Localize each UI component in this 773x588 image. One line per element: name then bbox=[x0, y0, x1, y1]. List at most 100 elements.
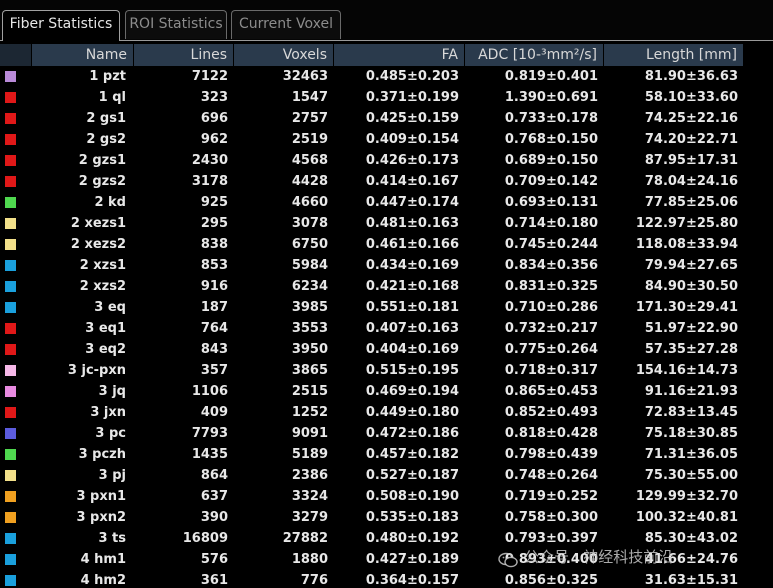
color-swatch[interactable] bbox=[5, 365, 16, 376]
color-swatch[interactable] bbox=[5, 575, 16, 586]
table-row[interactable]: 3 pc 7793 9091 0.472±0.186 0.818±0.428 75.18±… bbox=[0, 423, 773, 444]
table-row[interactable]: 2 gs1 696 2757 0.425±0.159 0.733±0.178 74.25±… bbox=[0, 108, 773, 129]
row-color-cell[interactable] bbox=[0, 297, 32, 318]
table-row[interactable]: 3 jxn 409 1252 0.449±0.180 0.852±0.493 72.83±… bbox=[0, 402, 773, 423]
table-row[interactable]: 4 hm2 361 776 0.364±0.157 0.856±0.325 31.63±1… bbox=[0, 570, 773, 588]
row-name: 2 gzs1 bbox=[78, 153, 126, 168]
color-swatch[interactable] bbox=[5, 512, 16, 523]
table-row[interactable]: 3 eq1 764 3553 0.407±0.163 0.732±0.217 51.97±… bbox=[0, 318, 773, 339]
row-color-cell[interactable] bbox=[0, 570, 32, 588]
tab-current-voxel[interactable]: Current Voxel bbox=[231, 10, 341, 39]
table-row[interactable]: 2 xzs2 916 6234 0.421±0.168 0.831±0.325 84.90… bbox=[0, 276, 773, 297]
row-name: 3 eq1 bbox=[85, 321, 126, 336]
color-swatch[interactable] bbox=[5, 113, 16, 124]
color-swatch[interactable] bbox=[5, 155, 16, 166]
row-color-cell[interactable] bbox=[0, 255, 32, 276]
table-row[interactable]: 2 gzs1 2430 4568 0.426±0.173 0.689±0.150 87.9… bbox=[0, 150, 773, 171]
color-swatch[interactable] bbox=[5, 197, 16, 208]
row-name: 2 xezs1 bbox=[70, 216, 126, 231]
table-row[interactable]: 3 pj 864 2386 0.527±0.187 0.748±0.264 75.30±5… bbox=[0, 465, 773, 486]
row-color-cell[interactable] bbox=[0, 465, 32, 486]
table-row[interactable]: 3 pxn1 637 3324 0.508±0.190 0.719±0.252 129.9… bbox=[0, 486, 773, 507]
row-color-cell[interactable] bbox=[0, 318, 32, 339]
row-color-cell[interactable] bbox=[0, 339, 32, 360]
row-name: 3 pxn2 bbox=[76, 510, 126, 525]
row-color-cell[interactable] bbox=[0, 129, 32, 150]
color-swatch[interactable] bbox=[5, 71, 16, 82]
row-fa: 0.508±0.190 bbox=[365, 489, 459, 504]
row-color-cell[interactable] bbox=[0, 486, 32, 507]
color-swatch[interactable] bbox=[5, 239, 16, 250]
color-swatch[interactable] bbox=[5, 218, 16, 229]
table-row[interactable]: 2 xezs2 838 6750 0.461±0.166 0.745±0.244 118.… bbox=[0, 234, 773, 255]
color-swatch[interactable] bbox=[5, 386, 16, 397]
row-color-cell[interactable] bbox=[0, 507, 32, 528]
row-color-cell[interactable] bbox=[0, 444, 32, 465]
tab-roi-statistics[interactable]: ROI Statistics bbox=[125, 10, 227, 39]
row-color-cell[interactable] bbox=[0, 549, 32, 570]
row-color-cell[interactable] bbox=[0, 150, 32, 171]
table-row[interactable]: 2 kd 925 4660 0.447±0.174 0.693±0.131 77.85±2… bbox=[0, 192, 773, 213]
row-lines: 925 bbox=[200, 195, 228, 210]
color-swatch[interactable] bbox=[5, 281, 16, 292]
row-lines: 187 bbox=[200, 300, 228, 315]
table-row[interactable]: 3 pxn2 390 3279 0.535±0.183 0.758±0.300 100.3… bbox=[0, 507, 773, 528]
table-row[interactable]: 2 gzs2 3178 4428 0.414±0.167 0.709±0.142 78.0… bbox=[0, 171, 773, 192]
color-swatch[interactable] bbox=[5, 92, 16, 103]
row-name: 2 kd bbox=[94, 195, 126, 210]
color-swatch[interactable] bbox=[5, 344, 16, 355]
row-color-cell[interactable] bbox=[0, 108, 32, 129]
table-row[interactable]: 3 eq2 843 3950 0.404±0.169 0.775±0.264 57.35±… bbox=[0, 339, 773, 360]
table-row[interactable]: 3 jc-pxn 357 3865 0.515±0.195 0.718±0.317 154… bbox=[0, 360, 773, 381]
color-swatch[interactable] bbox=[5, 134, 16, 145]
table-row[interactable]: 1 ql 323 1547 0.371±0.199 1.390±0.691 58.10±3… bbox=[0, 87, 773, 108]
row-color-cell[interactable] bbox=[0, 402, 32, 423]
column-header-lines[interactable]: Lines bbox=[134, 44, 234, 66]
row-name: 2 xzs1 bbox=[79, 258, 126, 273]
color-swatch[interactable] bbox=[5, 428, 16, 439]
tab-fiber-statistics[interactable]: Fiber Statistics bbox=[2, 10, 120, 41]
row-color-cell[interactable] bbox=[0, 171, 32, 192]
column-header-adc[interactable]: ADC [10-³mm²/s] bbox=[465, 44, 604, 66]
row-fa: 0.414±0.167 bbox=[365, 174, 459, 189]
color-swatch[interactable] bbox=[5, 407, 16, 418]
color-swatch[interactable] bbox=[5, 533, 16, 544]
color-swatch[interactable] bbox=[5, 470, 16, 481]
color-swatch[interactable] bbox=[5, 449, 16, 460]
column-header-fa[interactable]: FA bbox=[334, 44, 465, 66]
color-swatch[interactable] bbox=[5, 260, 16, 271]
row-voxels: 3865 bbox=[291, 363, 328, 378]
color-swatch[interactable] bbox=[5, 323, 16, 334]
table-row[interactable]: 2 xezs1 295 3078 0.481±0.163 0.714±0.180 122.… bbox=[0, 213, 773, 234]
row-fa: 0.461±0.166 bbox=[365, 237, 459, 252]
table-row[interactable]: 3 pczh 1435 5189 0.457±0.182 0.798±0.439 71.3… bbox=[0, 444, 773, 465]
row-color-cell[interactable] bbox=[0, 213, 32, 234]
column-header-length[interactable]: Length [mm] bbox=[604, 44, 744, 66]
color-swatch[interactable] bbox=[5, 554, 16, 565]
row-color-cell[interactable] bbox=[0, 423, 32, 444]
row-color-cell[interactable] bbox=[0, 360, 32, 381]
color-swatch[interactable] bbox=[5, 491, 16, 502]
row-color-cell[interactable] bbox=[0, 276, 32, 297]
row-fa: 0.449±0.180 bbox=[365, 405, 459, 420]
row-lines: 864 bbox=[200, 468, 228, 483]
column-header-name[interactable]: Name bbox=[32, 44, 134, 66]
row-voxels: 6234 bbox=[291, 279, 328, 294]
table-row[interactable]: 1 pzt 7122 32463 0.485±0.203 0.819±0.401 81.9… bbox=[0, 66, 773, 87]
row-color-cell[interactable] bbox=[0, 381, 32, 402]
color-swatch[interactable] bbox=[5, 176, 16, 187]
row-color-cell[interactable] bbox=[0, 234, 32, 255]
row-color-cell[interactable] bbox=[0, 192, 32, 213]
row-color-cell[interactable] bbox=[0, 66, 32, 87]
row-color-cell[interactable] bbox=[0, 528, 32, 549]
row-fa: 0.551±0.181 bbox=[365, 300, 459, 315]
table-row[interactable]: 3 jq 1106 2515 0.469±0.194 0.865±0.453 91.16±… bbox=[0, 381, 773, 402]
column-header-voxels[interactable]: Voxels bbox=[234, 44, 334, 66]
color-swatch[interactable] bbox=[5, 302, 16, 313]
row-lines: 843 bbox=[200, 342, 228, 357]
row-color-cell[interactable] bbox=[0, 87, 32, 108]
table-row[interactable]: 2 xzs1 853 5984 0.434±0.169 0.834±0.356 79.94… bbox=[0, 255, 773, 276]
column-header-color[interactable] bbox=[0, 44, 32, 66]
table-row[interactable]: 3 eq 187 3985 0.551±0.181 0.710±0.286 171.30±… bbox=[0, 297, 773, 318]
table-row[interactable]: 2 gs2 962 2519 0.409±0.154 0.768±0.150 74.20±… bbox=[0, 129, 773, 150]
